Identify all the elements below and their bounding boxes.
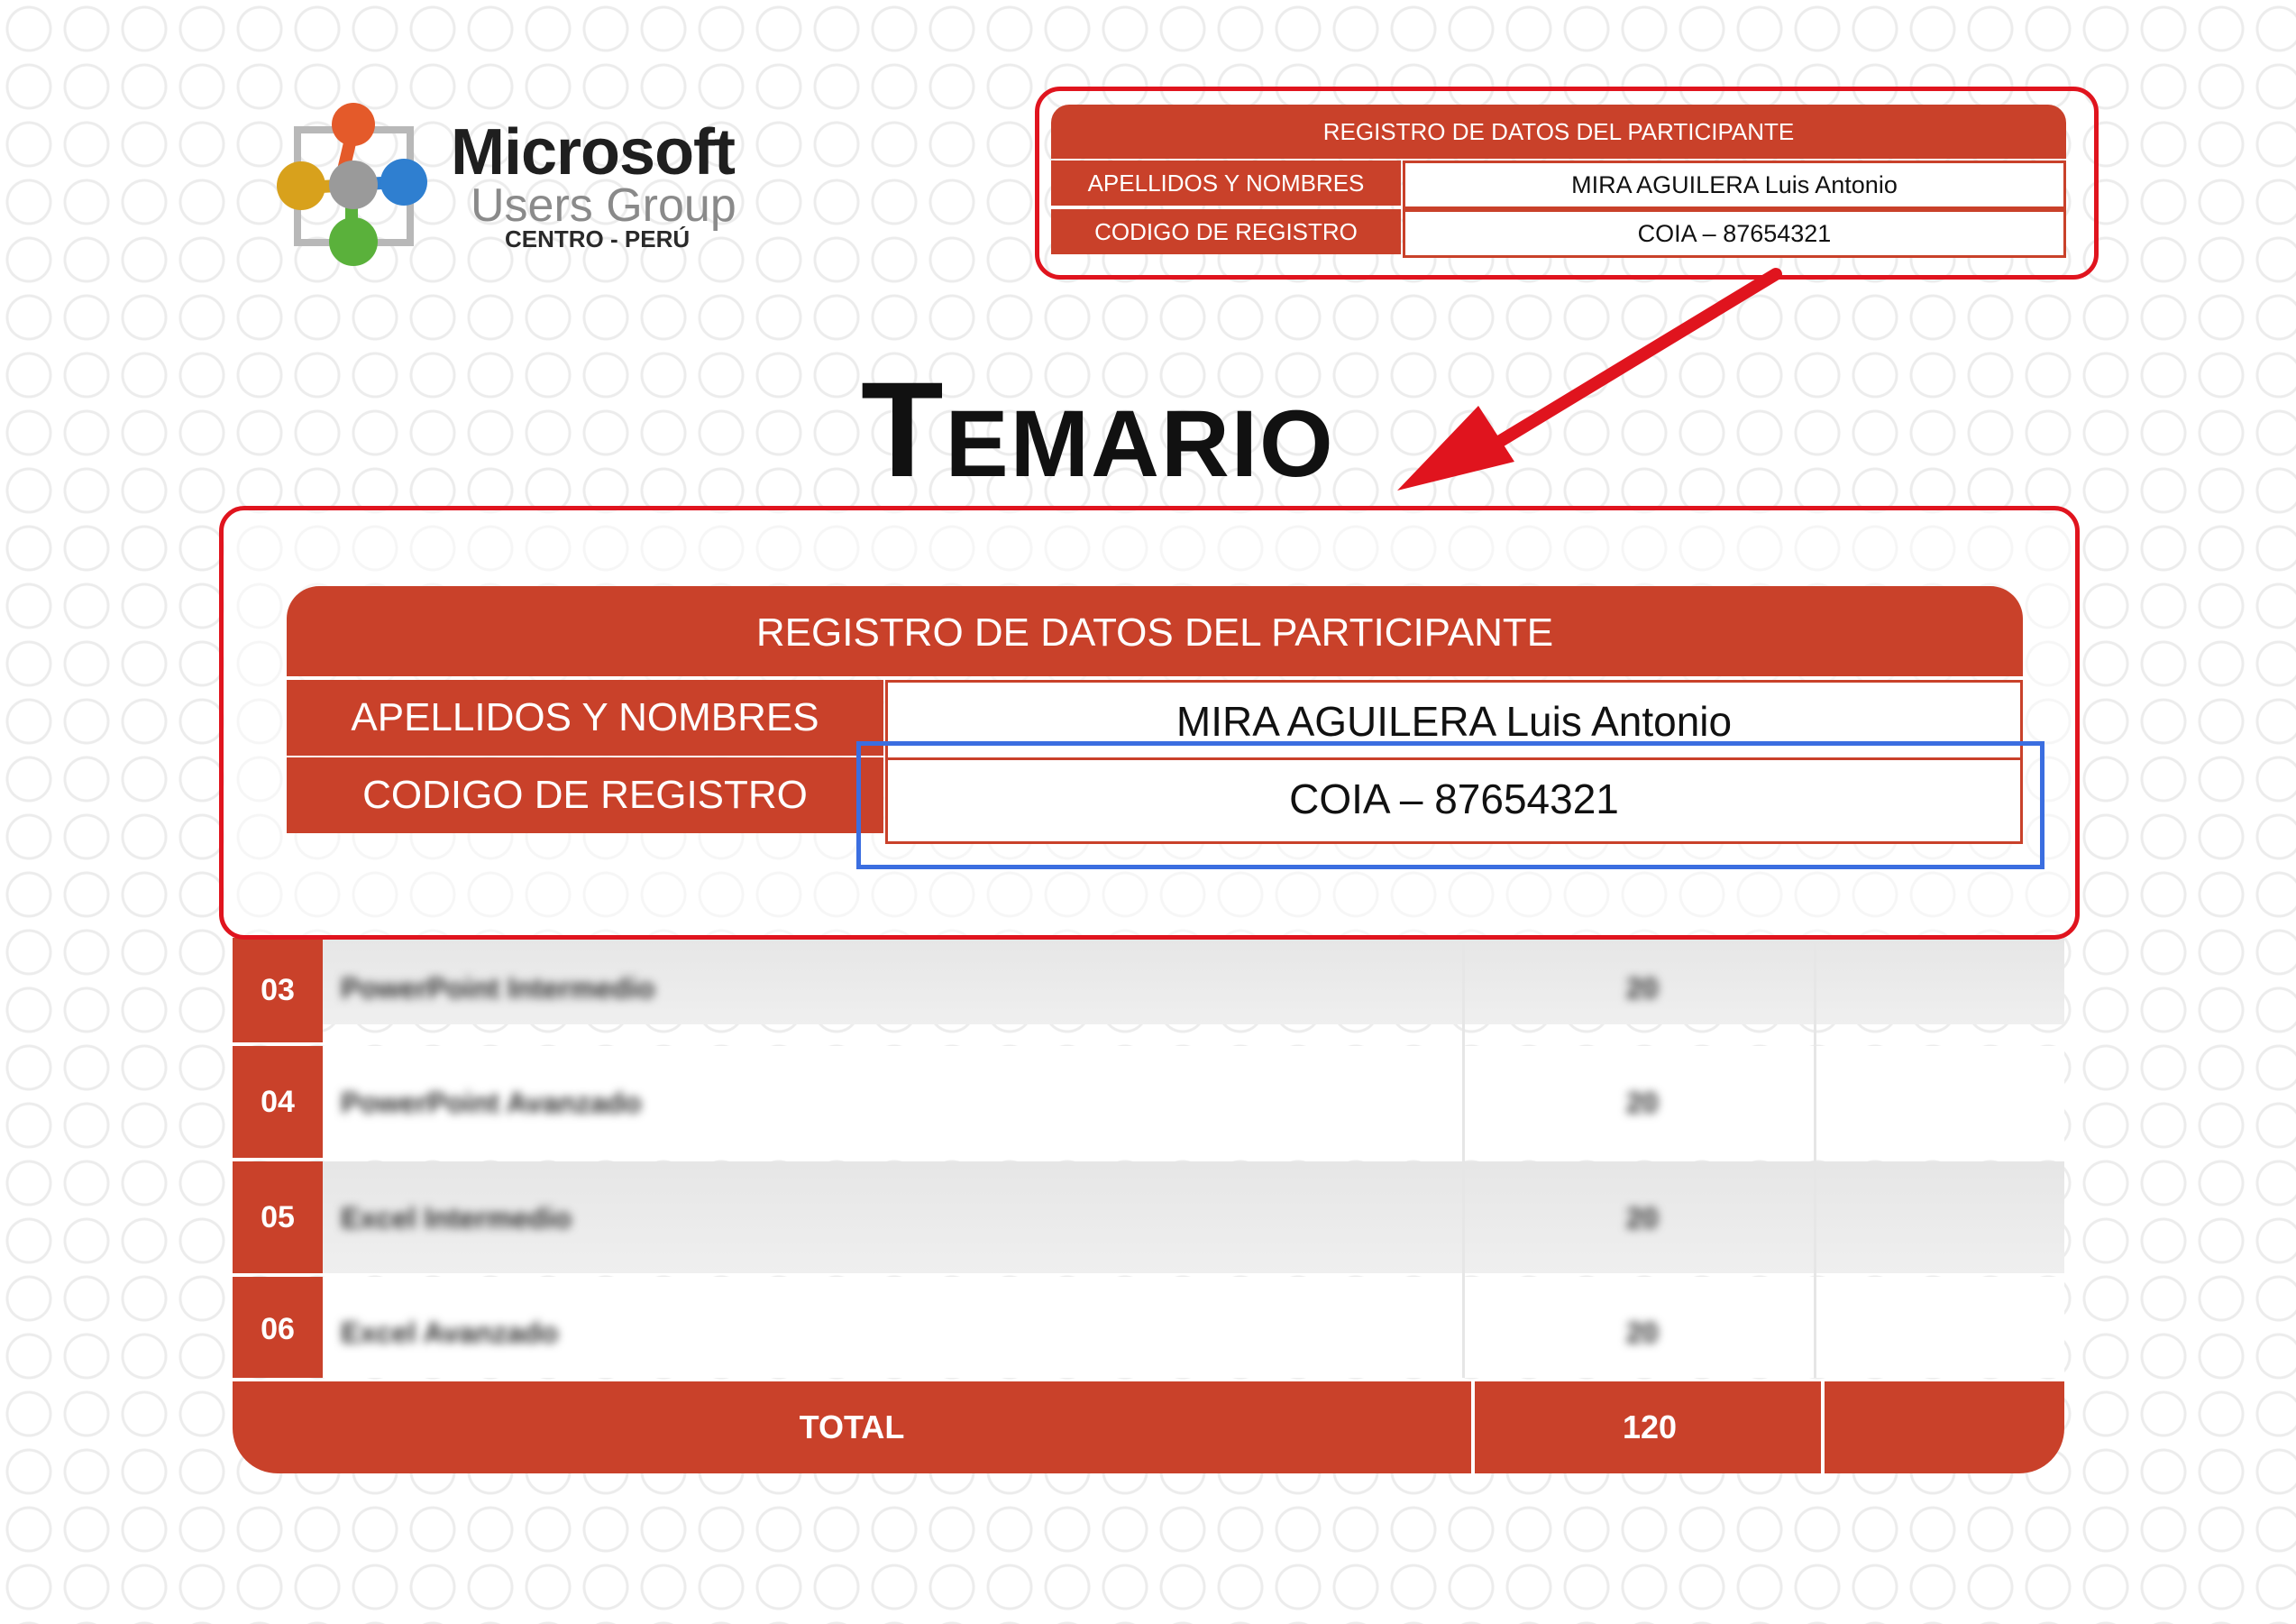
- page-title: Temario: [861, 353, 1335, 505]
- total-label: TOTAL: [799, 1408, 905, 1445]
- course-name: PowerPoint Intermedio: [341, 972, 655, 1005]
- course-hours: 20: [1626, 1087, 1659, 1119]
- temario-table: 03 PowerPoint Intermedio 20 04 PowerPoin…: [233, 938, 2064, 1473]
- registro-card-small: REGISTRO DE DATOS DEL PARTICIPANTE APELL…: [1051, 105, 2066, 258]
- table-row: [323, 1277, 2064, 1378]
- row-number: 06: [233, 1277, 323, 1378]
- total-value: 120: [1622, 1408, 1678, 1445]
- mug-logo: Microsoft Users Group CENTRO - PERÚ: [270, 99, 775, 280]
- label-codigo: CODIGO DE REGISTRO: [1051, 209, 1401, 254]
- course-name: PowerPoint Avanzado: [341, 1087, 642, 1119]
- logo-subtitle: Users Group: [471, 179, 736, 232]
- highlight-frame-codigo: [856, 741, 2044, 869]
- registro-header: REGISTRO DE DATOS DEL PARTICIPANTE: [1051, 105, 2066, 159]
- course-name: Excel Avanzado: [341, 1317, 559, 1349]
- logo-location: CENTRO - PERÚ: [505, 225, 691, 252]
- course-name: Excel Intermedio: [341, 1202, 572, 1234]
- column-divider: [1821, 1381, 1825, 1473]
- course-hours: 20: [1626, 1317, 1659, 1349]
- registro-header: REGISTRO DE DATOS DEL PARTICIPANTE: [287, 586, 2023, 676]
- value-codigo: COIA – 87654321: [1403, 209, 2066, 258]
- label-codigo: CODIGO DE REGISTRO: [287, 757, 883, 833]
- total-row: TOTAL 120: [233, 1381, 2064, 1473]
- course-hours: 20: [1626, 1202, 1659, 1234]
- label-apellidos: APELLIDOS Y NOMBRES: [287, 680, 883, 756]
- row-number: 05: [233, 1161, 323, 1273]
- course-hours: 20: [1626, 972, 1659, 1005]
- column-divider: [1814, 938, 1816, 1378]
- column-divider: [1462, 938, 1465, 1378]
- row-number: 03: [233, 938, 323, 1042]
- table-row: [323, 1161, 2064, 1273]
- logo-molecule-icon: [277, 103, 427, 266]
- value-apellidos: MIRA AGUILERA Luis Antonio: [1403, 161, 2066, 209]
- label-apellidos: APELLIDOS Y NOMBRES: [1051, 161, 1401, 206]
- row-number: 04: [233, 1046, 323, 1158]
- arrow-icon: [1397, 268, 1782, 491]
